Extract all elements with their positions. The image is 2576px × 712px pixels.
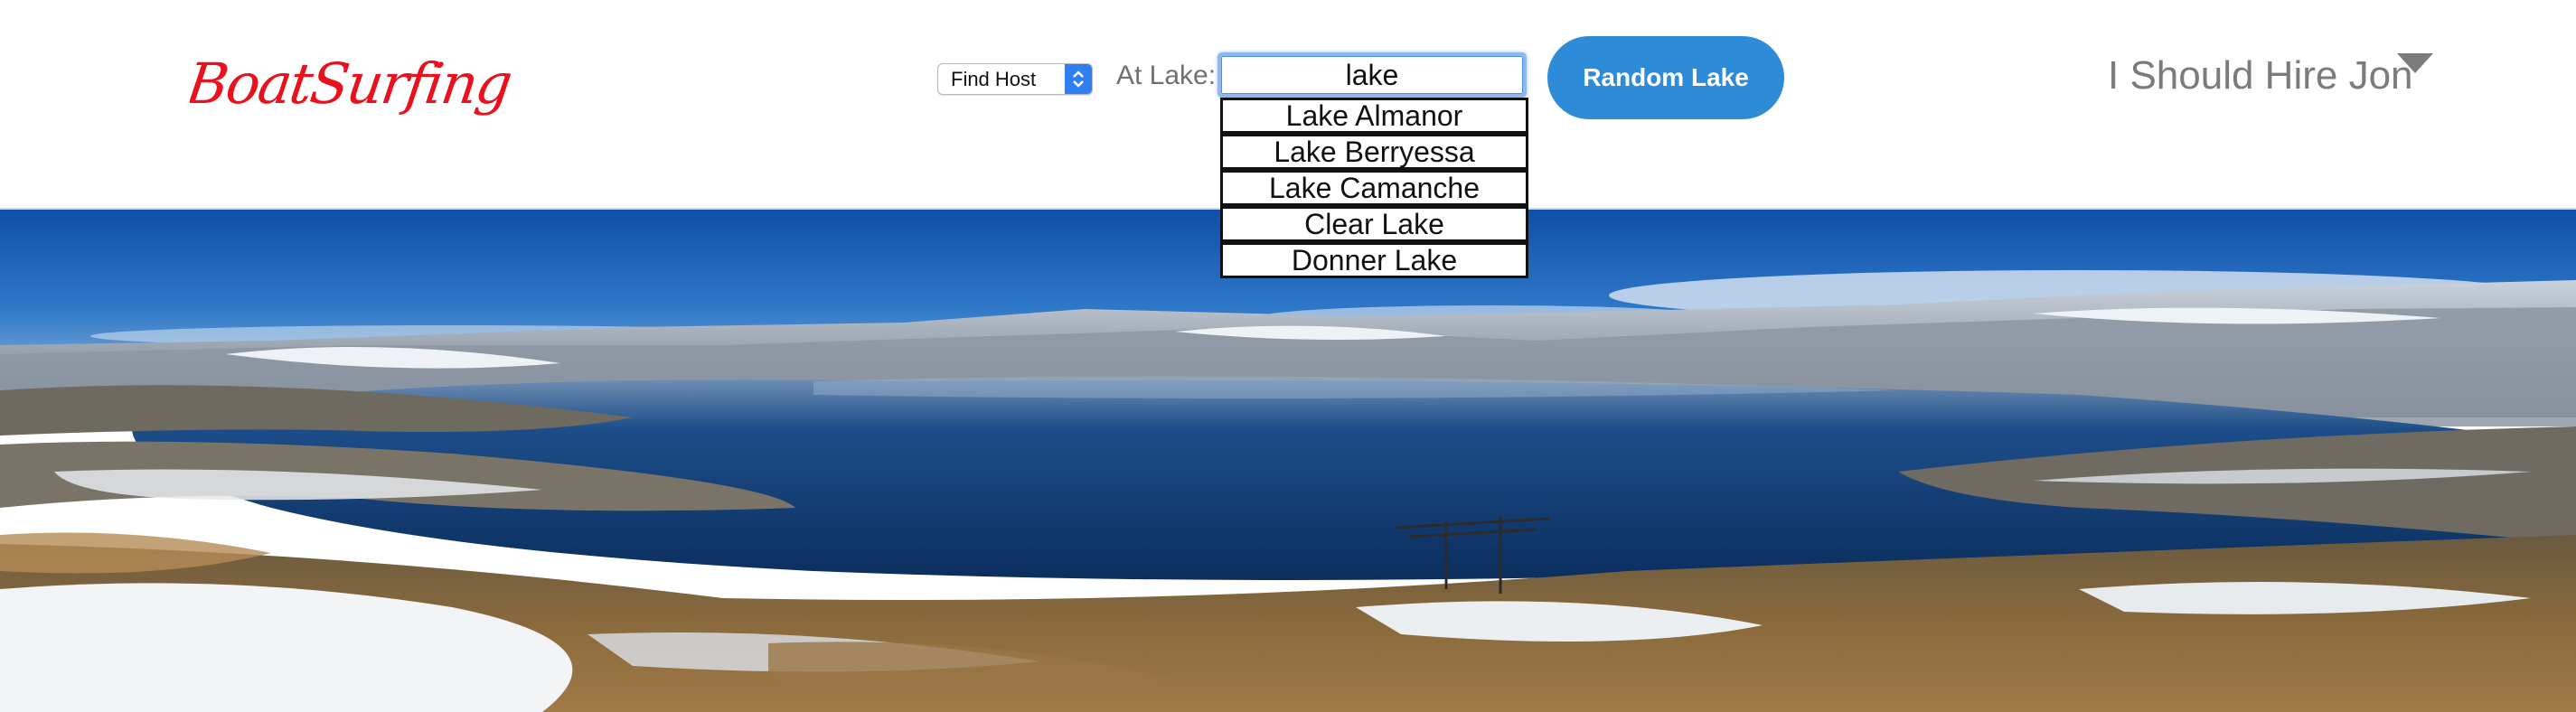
caret-down-icon <box>2397 53 2433 80</box>
lake-search-input[interactable]: lake <box>1217 52 1527 98</box>
boatsurfing-logo[interactable]: BoatSurfing <box>190 40 624 121</box>
suggestion-item[interactable]: Lake Berryessa <box>1220 134 1528 170</box>
suggestion-item[interactable]: Clear Lake <box>1220 206 1528 242</box>
suggestion-item[interactable]: Donner Lake <box>1220 242 1528 278</box>
lake-suggestions-list: Lake Almanor Lake Berryessa Lake Camanch… <box>1220 98 1528 278</box>
random-lake-button[interactable]: Random Lake <box>1547 36 1784 119</box>
user-menu[interactable]: I Should Hire Jon <box>2099 47 2442 105</box>
svg-text:BoatSurfing: BoatSurfing <box>190 51 515 117</box>
lake-label: At Lake: <box>1116 61 1217 90</box>
mode-select-value: Find Host <box>951 68 1037 90</box>
suggestion-item[interactable]: Lake Almanor <box>1220 98 1528 134</box>
suggestion-item[interactable]: Lake Camanche <box>1220 170 1528 206</box>
hero-lake-photo <box>0 208 2576 712</box>
mode-select[interactable]: Find Host <box>937 63 1093 95</box>
select-stepper-icon <box>1065 64 1092 94</box>
user-menu-label: I Should Hire Jon <box>2108 53 2413 98</box>
lake-search-value: lake <box>1345 59 1399 91</box>
